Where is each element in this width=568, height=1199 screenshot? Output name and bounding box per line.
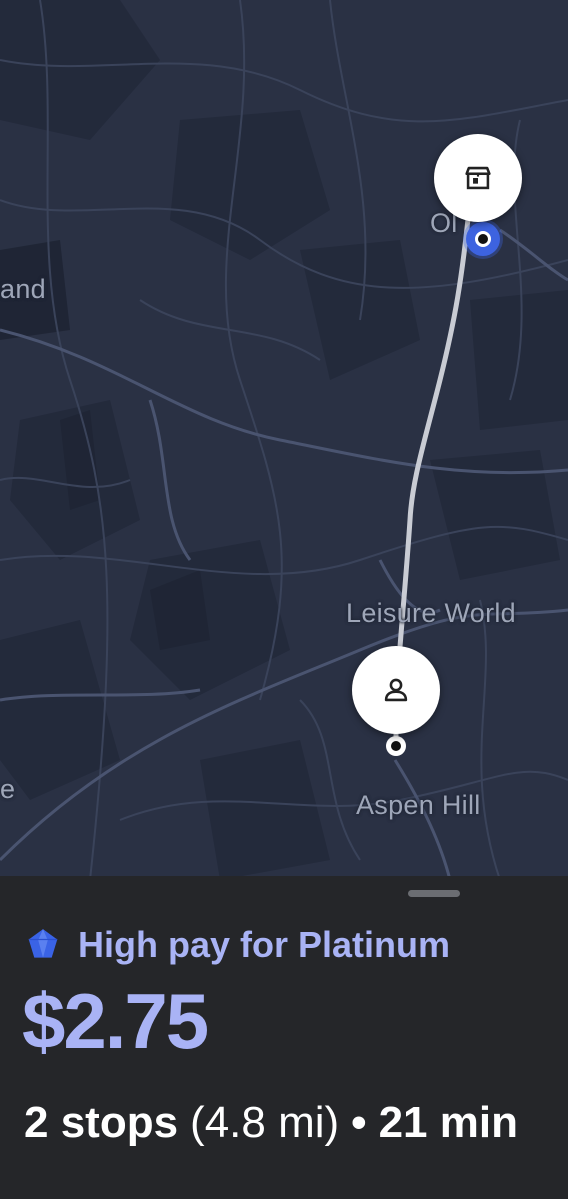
platinum-badge: High pay for Platinum — [24, 924, 450, 966]
dropoff-customer-pin[interactable] — [352, 646, 440, 734]
badge-label: High pay for Platinum — [78, 924, 451, 965]
map-label-west: and — [0, 274, 46, 304]
store-icon — [465, 166, 491, 190]
person-icon — [384, 678, 408, 702]
offer-details: 2 stops (4.8 mi) • 21 min — [24, 1098, 518, 1148]
offer-sheet[interactable]: High pay for Platinum $2.75 2 stops (4.8… — [0, 876, 568, 1199]
diamond-icon — [28, 929, 58, 958]
route-end-marker — [386, 736, 406, 756]
trip-distance: (4.8 mi) — [190, 1098, 340, 1147]
sheet-drag-handle[interactable] — [408, 890, 460, 897]
map-label-edge: e — [0, 774, 16, 804]
map-label-aspen-hill: Aspen Hill — [356, 790, 481, 820]
trip-duration: 21 min — [378, 1098, 518, 1147]
stops-count: 2 stops — [24, 1098, 179, 1147]
map-view[interactable]: Ol and Leisure World Aspen Hill e — [0, 0, 568, 880]
current-location-marker — [466, 222, 500, 256]
pickup-store-pin[interactable] — [434, 134, 522, 222]
offer-price: $2.75 — [22, 977, 209, 1065]
details-separator: • — [351, 1098, 367, 1147]
map-label-leisure-world: Leisure World — [346, 598, 516, 628]
map-base — [0, 0, 568, 880]
